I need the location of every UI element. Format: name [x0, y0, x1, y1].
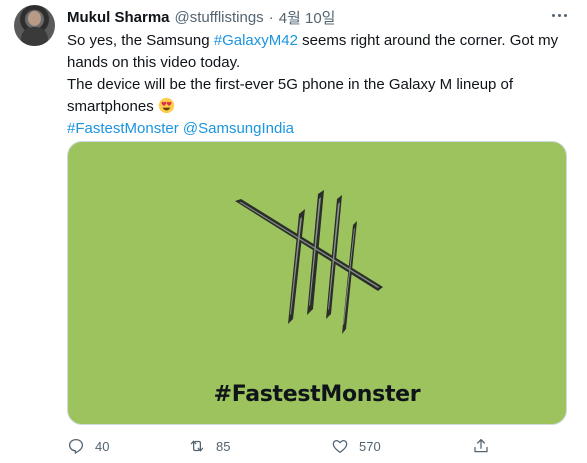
mention-samsungindia-link[interactable]: @SamsungIndia	[183, 120, 294, 137]
author-handle[interactable]: @stufflistings	[175, 9, 264, 26]
reply-button[interactable]: 40	[67, 437, 109, 455]
tweet-text-segment: So yes, the Samsung	[67, 32, 214, 49]
media-caption: #FastestMonster	[213, 382, 421, 407]
avatar[interactable]	[14, 5, 55, 46]
reply-icon	[68, 438, 84, 454]
tweet-paragraph-1: So yes, the Samsung #GalaxyM42 seems rig…	[67, 30, 567, 74]
like-count: 570	[359, 438, 381, 454]
retweet-button[interactable]: 85	[188, 437, 230, 455]
hashtag-galaxym42-link[interactable]: #GalaxyM42	[214, 32, 298, 49]
like-button[interactable]: 570	[331, 437, 381, 455]
tweet-text-segment: The device will be the first-ever 5G pho…	[67, 76, 514, 115]
more-icon[interactable]	[549, 9, 569, 21]
tweet-text: So yes, the Samsung #GalaxyM42 seems rig…	[67, 30, 567, 140]
tweet-header: Mukul Sharma @stufflistings · 4월 10일	[67, 7, 335, 27]
retweet-count: 85	[216, 438, 231, 454]
tweet-paragraph-3: #FastestMonster @SamsungIndia	[67, 118, 567, 140]
share-button[interactable]	[472, 437, 490, 455]
share-icon	[474, 438, 488, 453]
tweet-actions: 40 85 570	[67, 437, 507, 459]
retweet-icon	[190, 440, 204, 452]
heart-icon	[332, 440, 348, 454]
hashtag-fastestmonster-link[interactable]: #FastestMonster	[67, 120, 179, 137]
separator: ·	[268, 8, 274, 26]
heart-eyes-emoji-icon	[158, 97, 175, 114]
author-name[interactable]: Mukul Sharma	[67, 9, 170, 26]
claw-marks-graphic	[235, 190, 383, 334]
tweet-paragraph-2: The device will be the first-ever 5G pho…	[67, 74, 567, 118]
tweet-media-video[interactable]: #FastestMonster	[67, 141, 567, 425]
reply-count: 40	[95, 438, 110, 454]
tweet-date[interactable]: 4월 10일	[279, 7, 336, 28]
